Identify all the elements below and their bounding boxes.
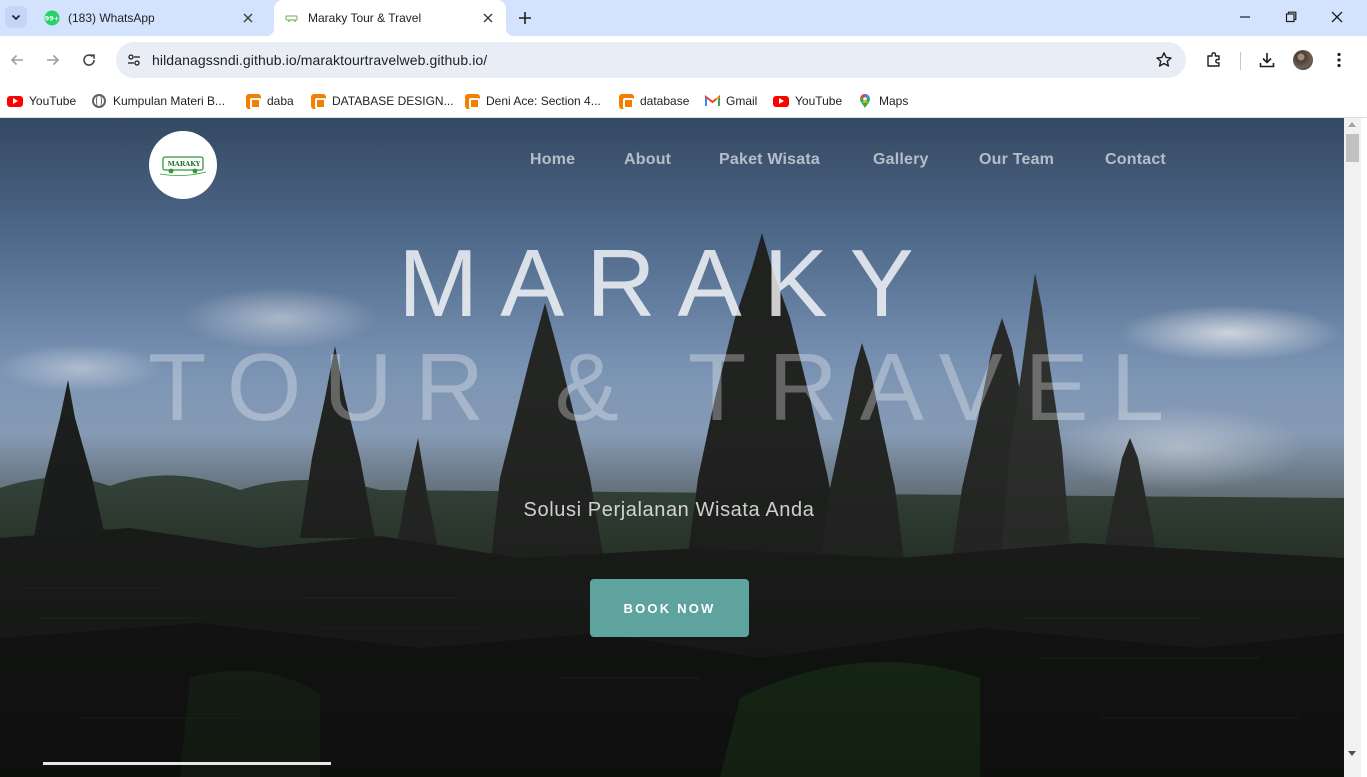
bookmark-maps[interactable]: Maps — [857, 88, 908, 114]
bookmark-label: database — [640, 94, 690, 108]
browser-toolbar: hildanagssndi.github.io/maraktourtravelw… — [0, 36, 1367, 84]
nav-our-team[interactable]: Our Team — [979, 151, 1054, 169]
close-icon — [1331, 11, 1343, 23]
minimize-button[interactable] — [1222, 0, 1268, 34]
extensions-button[interactable] — [1202, 48, 1226, 72]
page-viewport: MARAKY Home About Paket Wisata Gallery O… — [0, 118, 1344, 777]
back-button[interactable] — [1, 44, 33, 76]
scroll-up-arrow-icon[interactable] — [1348, 122, 1356, 127]
bookmark-youtube[interactable]: YouTube — [7, 88, 76, 114]
maps-pin-icon — [857, 93, 873, 109]
vertical-scrollbar[interactable] — [1344, 118, 1361, 777]
bookmark-gmail[interactable]: Gmail — [704, 88, 757, 114]
scroll-down-arrow-icon[interactable] — [1348, 751, 1356, 756]
url-text: hildanagssndi.github.io/maraktourtravelw… — [152, 52, 488, 68]
bookmark-label: YouTube — [795, 94, 843, 108]
address-bar[interactable]: hildanagssndi.github.io/maraktourtravelw… — [116, 42, 1186, 78]
puzzle-icon — [1207, 52, 1220, 67]
arrow-left-icon — [10, 54, 23, 66]
tab-search-button[interactable] — [5, 6, 27, 28]
globe-icon — [91, 93, 107, 109]
nav-gallery[interactable]: Gallery — [873, 151, 929, 169]
close-icon[interactable] — [480, 10, 496, 26]
restore-button[interactable] — [1268, 0, 1314, 34]
tab-title: (183) WhatsApp — [68, 11, 155, 25]
bookmark-label: DATABASE DESIGN... — [332, 94, 454, 108]
bookmark-label: daba — [267, 94, 294, 108]
downloads-button[interactable] — [1255, 48, 1279, 72]
bookmark-daba[interactable]: daba — [245, 88, 294, 114]
maraky-favicon-icon — [284, 10, 300, 26]
minimize-icon — [1240, 16, 1250, 18]
profile-avatar[interactable] — [1293, 50, 1313, 70]
close-window-button[interactable] — [1314, 0, 1360, 34]
blogger-icon — [245, 93, 261, 109]
site-logo[interactable]: MARAKY — [149, 131, 217, 199]
blogger-icon — [310, 93, 326, 109]
horizontal-indicator — [43, 762, 331, 765]
nav-home[interactable]: Home — [530, 151, 575, 169]
chevron-down-icon — [11, 14, 21, 21]
reload-icon — [83, 54, 95, 66]
youtube-icon — [773, 93, 789, 109]
svg-text:MARAKY: MARAKY — [168, 160, 201, 168]
bookmark-database-design[interactable]: DATABASE DESIGN... — [310, 88, 454, 114]
site-info-icon[interactable] — [122, 48, 146, 72]
hero-section: MARAKY Home About Paket Wisata Gallery O… — [0, 118, 1344, 777]
bookmark-kumpulan-materi[interactable]: Kumpulan Materi B... — [91, 88, 225, 114]
nav-contact[interactable]: Contact — [1105, 151, 1166, 169]
blogger-icon — [464, 93, 480, 109]
toolbar-separator — [1240, 52, 1241, 70]
arrow-right-icon — [47, 54, 60, 66]
hero-tagline: Solusi Perjalanan Wisata Anda — [523, 499, 815, 521]
bookmark-deni-ace[interactable]: Deni Ace: Section 4... — [464, 88, 601, 114]
bookmark-label: Maps — [879, 94, 909, 108]
scroll-thumb[interactable] — [1346, 134, 1359, 162]
blogger-icon — [618, 93, 634, 109]
new-tab-button[interactable] — [514, 7, 536, 29]
forward-button[interactable] — [37, 44, 69, 76]
hero-overlay — [0, 118, 1344, 777]
whatsapp-icon: 99+ — [44, 10, 60, 26]
bookmark-label: Gmail — [726, 94, 758, 108]
tab-maraky[interactable]: Maraky Tour & Travel — [266, 0, 514, 36]
restore-icon — [1285, 11, 1297, 23]
bookmark-database[interactable]: database — [618, 88, 689, 114]
bookmark-label: Kumpulan Materi B... — [113, 94, 226, 108]
book-now-button[interactable]: BOOK NOW — [590, 579, 749, 637]
gmail-icon — [704, 93, 720, 109]
bookmark-star-icon[interactable] — [1154, 50, 1174, 70]
hero-title-line2: TOUR & TRAVEL — [147, 334, 1187, 441]
tab-strip: 99+ (183) WhatsApp Maraky Tour & Travel — [0, 0, 1367, 36]
plus-icon — [519, 12, 531, 24]
reload-button[interactable] — [73, 44, 105, 76]
tab-title: Maraky Tour & Travel — [308, 11, 422, 25]
tab-whatsapp[interactable]: 99+ (183) WhatsApp — [36, 0, 266, 36]
bookmarks-bar: YouTube Kumpulan Materi B... daba DATABA… — [0, 84, 1367, 118]
bookmark-youtube-2[interactable]: YouTube — [773, 88, 842, 114]
bookmark-label: Deni Ace: Section 4... — [486, 94, 601, 108]
bookmark-label: YouTube — [29, 94, 77, 108]
youtube-icon — [7, 93, 23, 109]
more-vert-icon — [1337, 52, 1341, 68]
menu-button[interactable] — [1327, 48, 1351, 72]
close-icon[interactable] — [240, 10, 256, 26]
nav-paket-wisata[interactable]: Paket Wisata — [719, 151, 820, 169]
nav-about[interactable]: About — [624, 151, 671, 169]
download-icon — [1259, 53, 1275, 68]
hero-title-line1: MARAKY — [398, 230, 936, 337]
bus-logo-icon: MARAKY — [159, 156, 207, 176]
svg-text:99+: 99+ — [45, 15, 60, 23]
